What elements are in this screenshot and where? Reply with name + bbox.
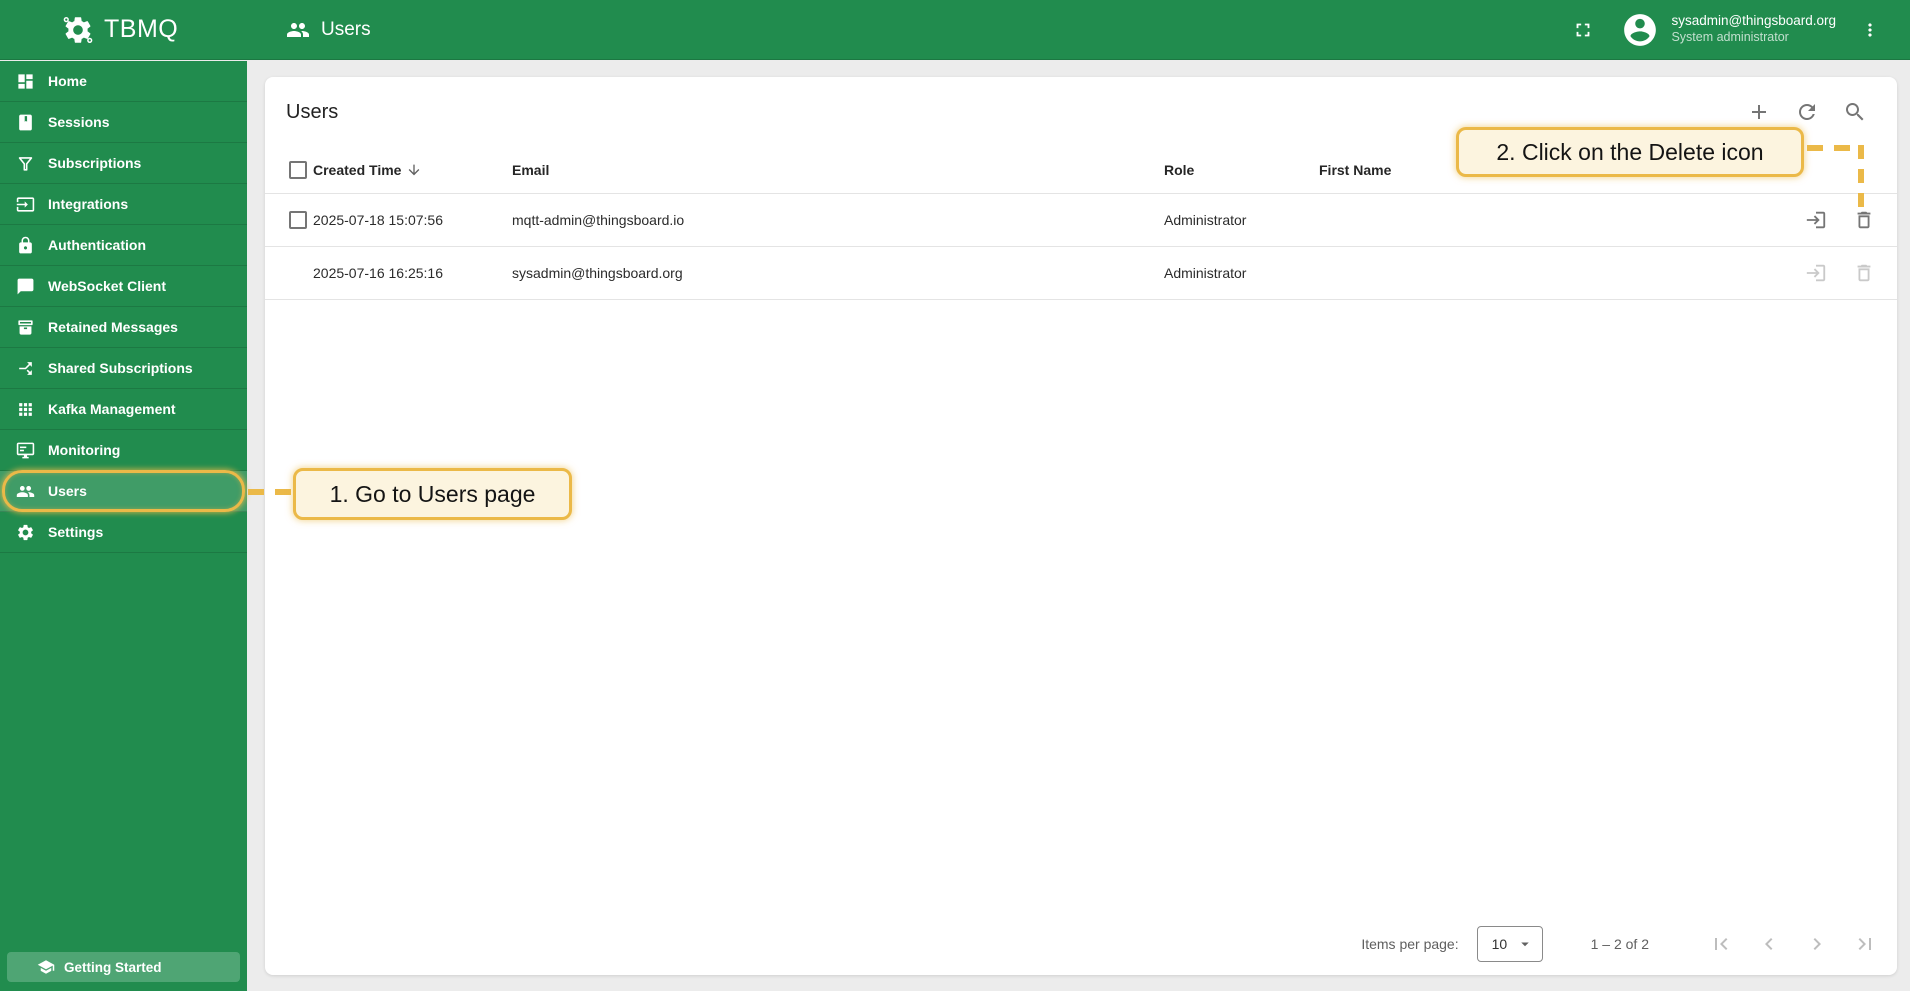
column-header-role[interactable]: Role xyxy=(1164,162,1194,178)
monitor-icon xyxy=(15,440,35,460)
gear-icon xyxy=(15,522,35,542)
annotation-step1-text: 1. Go to Users page xyxy=(329,480,536,507)
sidebar-item-monitoring[interactable]: Monitoring xyxy=(0,430,247,471)
top-header: TBMQ Users sysadmin@thingsboard.org Syst… xyxy=(0,0,1910,60)
user-role: System administrator xyxy=(1671,30,1789,45)
sidebar-item-websocket-client[interactable]: WebSocket Client xyxy=(0,266,247,307)
column-header-first-name[interactable]: First Name xyxy=(1319,162,1391,178)
more-menu-button[interactable] xyxy=(1850,10,1890,50)
fullscreen-button[interactable] xyxy=(1563,10,1603,50)
sidebar-item-home[interactable]: Home xyxy=(0,61,247,102)
login-as-user-button-disabled xyxy=(1804,261,1828,285)
user-info: sysadmin@thingsboard.org System administ… xyxy=(1671,13,1836,46)
sidebar-item-subscriptions[interactable]: Subscriptions xyxy=(0,143,247,184)
book-icon xyxy=(15,112,35,132)
sidebar-item-label: Shared Subscriptions xyxy=(48,360,193,376)
chevron-down-icon xyxy=(1516,935,1534,953)
annotation-callout-step2: 2. Click on the Delete icon xyxy=(1456,127,1804,177)
search-button[interactable] xyxy=(1835,92,1875,132)
sidebar-item-label: Integrations xyxy=(48,196,129,212)
breadcrumb-label: Users xyxy=(321,18,371,40)
table-row[interactable]: 2025-07-16 16:25:16 sysadmin@thingsboard… xyxy=(265,247,1897,300)
cell-created-time: 2025-07-18 15:07:56 xyxy=(313,212,443,228)
sidebar-item-label: Home xyxy=(48,73,87,89)
refresh-button[interactable] xyxy=(1787,92,1827,132)
users-group-icon xyxy=(15,481,35,501)
sidebar-item-label: Users xyxy=(48,483,87,499)
annotation-callout-step1: 1. Go to Users page xyxy=(293,468,572,520)
table-row[interactable]: 2025-07-18 15:07:56 mqtt-admin@thingsboa… xyxy=(265,194,1897,247)
sidebar-item-integrations[interactable]: Integrations xyxy=(0,184,247,225)
sidebar-item-settings[interactable]: Settings xyxy=(0,512,247,553)
tbmq-gear-logo-icon xyxy=(62,14,94,46)
sidebar-item-users[interactable]: Users xyxy=(0,471,247,512)
users-table-card: Users Created Time Email Role First Name… xyxy=(265,77,1897,975)
cell-email: mqtt-admin@thingsboard.io xyxy=(512,212,685,228)
getting-started-label: Getting Started xyxy=(64,959,162,975)
page-title: Users xyxy=(286,100,339,123)
sidebar-item-shared-subscriptions[interactable]: Shared Subscriptions xyxy=(0,348,247,389)
items-per-page-label: Items per page: xyxy=(1361,936,1459,952)
sort-descending-icon[interactable] xyxy=(406,162,422,178)
filter-icon xyxy=(15,153,35,173)
column-header-created-time[interactable]: Created Time xyxy=(313,162,401,178)
sidebar-item-label: Kafka Management xyxy=(48,401,176,417)
header-actions: sysadmin@thingsboard.org System administ… xyxy=(1563,10,1910,50)
sidebar-item-label: WebSocket Client xyxy=(48,278,166,294)
dashboard-icon xyxy=(15,71,35,91)
paginator: Items per page: 10 1 – 2 of 2 xyxy=(265,913,1897,975)
row-checkbox[interactable] xyxy=(289,211,307,229)
page-size-select[interactable]: 10 xyxy=(1476,926,1543,962)
chat-icon xyxy=(15,276,35,296)
first-page-button[interactable] xyxy=(1701,924,1741,964)
getting-started-button[interactable]: Getting Started xyxy=(7,952,240,982)
sidebar-item-label: Subscriptions xyxy=(48,155,142,171)
sidebar-item-label: Authentication xyxy=(48,237,146,253)
sidebar-item-retained-messages[interactable]: Retained Messages xyxy=(0,307,247,348)
column-header-email[interactable]: Email xyxy=(512,162,549,178)
previous-page-button[interactable] xyxy=(1749,924,1789,964)
last-page-button[interactable] xyxy=(1845,924,1885,964)
sidebar-item-label: Monitoring xyxy=(48,442,121,458)
page-range-label: 1 – 2 of 2 xyxy=(1590,936,1649,952)
sidebar-item-label: Sessions xyxy=(48,114,110,130)
user-email: sysadmin@thingsboard.org xyxy=(1671,13,1836,29)
select-all-checkbox[interactable] xyxy=(289,161,307,179)
next-page-button[interactable] xyxy=(1797,924,1837,964)
sidebar: Home Sessions Subscriptions Integrations… xyxy=(0,61,247,991)
app-logo[interactable]: TBMQ xyxy=(0,14,247,46)
call-split-icon xyxy=(15,358,35,378)
school-cap-icon xyxy=(37,958,55,976)
archive-icon xyxy=(15,317,35,337)
sidebar-item-sessions[interactable]: Sessions xyxy=(0,102,247,143)
login-as-user-button[interactable] xyxy=(1804,208,1828,232)
breadcrumb: Users xyxy=(286,18,371,42)
users-group-icon xyxy=(286,18,310,42)
cell-role: Administrator xyxy=(1164,212,1247,228)
page-size-value: 10 xyxy=(1491,936,1508,952)
annotation-step2-text: 2. Click on the Delete icon xyxy=(1496,138,1764,165)
sidebar-item-label: Settings xyxy=(48,524,104,540)
cell-role: Administrator xyxy=(1164,265,1247,281)
sidebar-item-authentication[interactable]: Authentication xyxy=(0,225,247,266)
apps-grid-icon xyxy=(15,399,35,419)
app-name: TBMQ xyxy=(104,15,179,43)
delete-user-button[interactable] xyxy=(1852,208,1876,232)
add-user-button[interactable] xyxy=(1739,92,1779,132)
input-icon xyxy=(15,194,35,214)
cell-email: sysadmin@thingsboard.org xyxy=(512,265,683,281)
delete-user-button-disabled xyxy=(1852,261,1876,285)
table-toolbar xyxy=(1739,92,1876,132)
avatar[interactable] xyxy=(1621,11,1659,49)
sidebar-item-label: Retained Messages xyxy=(48,319,178,335)
sidebar-item-kafka-management[interactable]: Kafka Management xyxy=(0,389,247,430)
lock-icon xyxy=(15,235,35,255)
main-content: Users Created Time Email Role First Name… xyxy=(247,60,1910,991)
cell-created-time: 2025-07-16 16:25:16 xyxy=(313,265,443,281)
